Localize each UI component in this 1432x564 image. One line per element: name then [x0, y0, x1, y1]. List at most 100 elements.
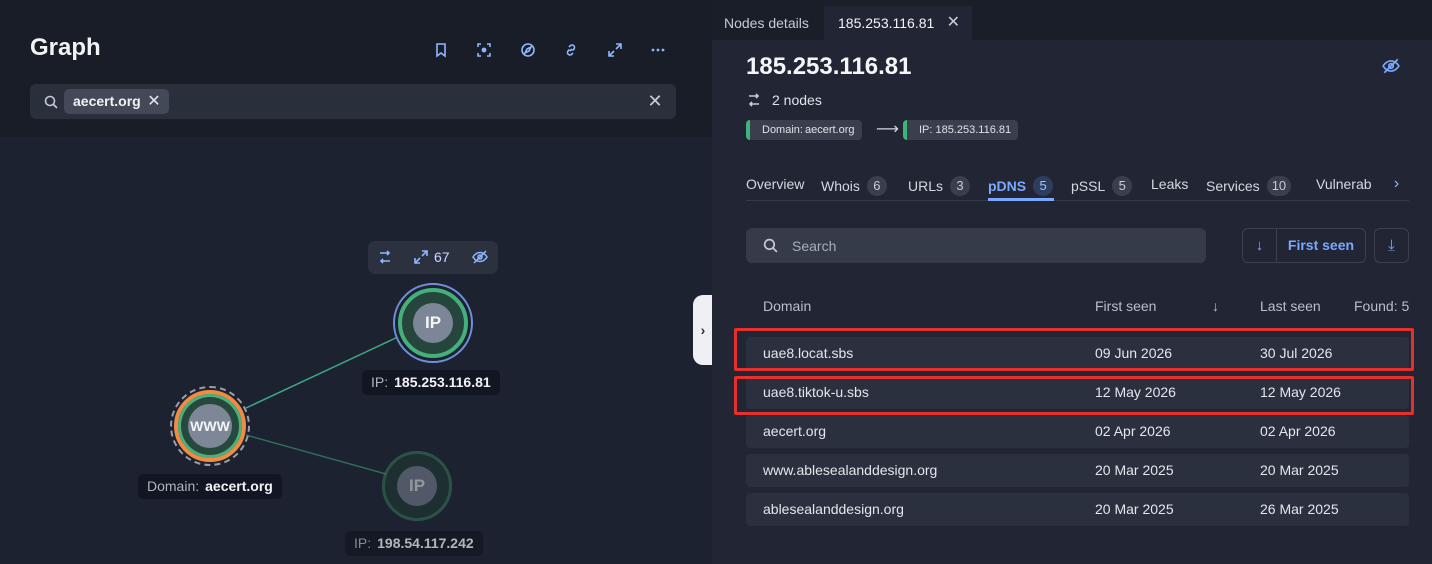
tab-label: Leaks: [1151, 176, 1189, 192]
tab-leaks[interactable]: Leaks: [1151, 176, 1188, 192]
node-label-key: Domain:: [147, 478, 200, 494]
node-label-value: 185.253.116.81: [394, 374, 491, 390]
compass-icon[interactable]: [516, 38, 540, 62]
cell-last-seen: 20 Mar 2025: [1260, 462, 1339, 478]
node-label-key: IP:: [371, 374, 389, 390]
expand-neighbors-button[interactable]: 67: [413, 249, 450, 265]
path-icon[interactable]: [377, 249, 393, 265]
cell-first-seen: 09 Jun 2026: [1095, 345, 1173, 361]
sort-arrow-icon[interactable]: ↓: [1212, 298, 1219, 314]
edge-www-to-ip2: [245, 434, 387, 475]
graph-title: Graph: [30, 34, 101, 61]
sort-field-button[interactable]: First seen: [1277, 229, 1365, 262]
tab-overview[interactable]: Overview: [746, 176, 804, 192]
tab-vulnerabilities[interactable]: Vulnerab: [1316, 176, 1372, 192]
sort-direction-button[interactable]: ↓: [1243, 229, 1277, 262]
cell-domain: ablesealanddesign.org: [763, 501, 904, 517]
tab-label: Vulnerab: [1316, 176, 1372, 192]
search-filter-chip-label: aecert.org: [73, 93, 141, 109]
node-ip-185-253-116-81[interactable]: IP: [393, 283, 473, 363]
count-badge: 10: [1266, 176, 1292, 196]
column-header-last-seen[interactable]: Last seen: [1260, 298, 1321, 314]
cell-first-seen: 02 Apr 2026: [1095, 423, 1171, 439]
node-ip-198-54-117-242[interactable]: IP: [381, 450, 453, 522]
node-domain-aecert[interactable]: WWW: [170, 386, 250, 466]
tab-label: Overview: [746, 176, 805, 192]
node-ring: IP: [398, 288, 468, 358]
cell-first-seen: 20 Mar 2025: [1095, 501, 1174, 517]
pdns-search-input[interactable]: [792, 228, 1192, 263]
path-icon: [748, 93, 760, 107]
expand-icon[interactable]: [603, 38, 627, 62]
path-chip-key: Domain:: [762, 124, 803, 136]
ip-icon: IP: [397, 466, 437, 506]
tab-label: URLs: [908, 178, 944, 194]
hide-eye-icon[interactable]: [1382, 57, 1400, 75]
table-row[interactable]: ablesealanddesign.org 20 Mar 2025 26 Mar…: [746, 493, 1409, 526]
node-label-ip2: IP: 198.54.117.242: [345, 531, 483, 556]
download-button[interactable]: ⤓: [1374, 228, 1409, 263]
bookmark-icon[interactable]: [429, 38, 453, 62]
hide-node-icon[interactable]: [472, 249, 488, 265]
column-header-domain[interactable]: Domain: [763, 298, 811, 314]
detail-sub-tabs: Overview Whois 6 URLs 3 pDNS 5 pSSL 5 Leaks …: [746, 172, 1409, 201]
tab-label: pSSL: [1071, 178, 1106, 194]
search-filter-chip[interactable]: aecert.org ✕: [64, 89, 169, 114]
table-row[interactable]: aecert.org 02 Apr 2026 02 Apr 2026: [746, 415, 1409, 448]
cell-last-seen: 02 Apr 2026: [1260, 423, 1336, 439]
table-row[interactable]: uae8.locat.sbs 09 Jun 2026 30 Jul 2026: [746, 337, 1409, 370]
focus-icon[interactable]: [472, 38, 496, 62]
table-row[interactable]: www.ablesealanddesign.org 20 Mar 2025 20…: [746, 454, 1409, 487]
collapse-panel-handle[interactable]: ›: [693, 295, 713, 365]
path-chip-value: aecert.org: [804, 124, 855, 136]
link-icon[interactable]: [559, 38, 583, 62]
tab-strip: Nodes details 185.253.116.81 ✕: [712, 0, 1432, 40]
node-label-ip1: IP: 185.253.116.81: [362, 370, 500, 395]
sort-control: ↓ First seen: [1242, 228, 1366, 263]
clear-search-icon[interactable]: ✕: [646, 92, 664, 110]
tab-nodes-details[interactable]: Nodes details: [724, 6, 809, 40]
details-title: 185.253.116.81: [746, 53, 912, 80]
node-toolbar: 67: [368, 241, 498, 274]
chip-remove-icon[interactable]: ✕: [147, 89, 160, 114]
cell-domain: uae8.tiktok-u.sbs: [763, 384, 869, 400]
cell-last-seen: 12 May 2026: [1260, 384, 1341, 400]
details-panel: Nodes details 185.253.116.81 ✕ 185.253.1…: [712, 0, 1432, 564]
tab-pdns[interactable]: pDNS 5: [988, 176, 1054, 196]
count-badge: 5: [1033, 176, 1054, 196]
path-chip-ip[interactable]: IP: 185.253.116.81: [903, 120, 1019, 140]
graph-header: Graph aecert.org ✕ ✕: [0, 0, 712, 137]
cell-last-seen: 26 Mar 2025: [1260, 501, 1339, 517]
count-badge: 5: [1112, 176, 1133, 196]
column-header-first-seen[interactable]: First seen: [1095, 298, 1156, 314]
expand-count: 67: [434, 249, 450, 265]
tab-services[interactable]: Services 10: [1206, 176, 1292, 196]
cell-last-seen: 30 Jul 2026: [1260, 345, 1333, 361]
nodes-count: 2 nodes: [746, 92, 822, 108]
pdns-search-bar: [746, 228, 1206, 263]
tab-pssl[interactable]: pSSL 5: [1071, 176, 1133, 196]
tab-ip-detail[interactable]: 185.253.116.81 ✕: [824, 6, 972, 40]
node-label-value: 198.54.117.242: [377, 535, 474, 551]
tab-urls[interactable]: URLs 3: [908, 176, 971, 196]
node-label-domain: Domain: aecert.org: [138, 474, 282, 499]
pdns-table-header: Domain First seen ↓ Last seen Found: 5: [746, 290, 1409, 322]
cell-domain: uae8.locat.sbs: [763, 345, 854, 361]
found-count: Found: 5: [1354, 298, 1410, 314]
path-arrow-icon: ⟶: [876, 121, 899, 138]
chevron-right-icon[interactable]: ›: [1384, 172, 1409, 200]
close-tab-icon[interactable]: ✕: [947, 6, 960, 40]
node-ring: WWW: [174, 390, 246, 462]
cell-first-seen: 20 Mar 2025: [1095, 462, 1174, 478]
active-tab-underline: [988, 198, 1054, 201]
tab-whois[interactable]: Whois 6: [821, 176, 887, 196]
table-row[interactable]: uae8.tiktok-u.sbs 12 May 2026 12 May 202…: [746, 376, 1409, 409]
path-chip-domain[interactable]: Domain: aecert.org: [746, 120, 862, 140]
tab-label: pDNS: [988, 178, 1027, 194]
path-chip-key: IP:: [919, 124, 933, 136]
globe-icon: WWW: [188, 404, 232, 448]
more-icon[interactable]: [646, 38, 670, 62]
node-label-value: aecert.org: [205, 478, 273, 494]
nodes-count-label: 2 nodes: [772, 92, 822, 108]
tab-ip-label: 185.253.116.81: [838, 15, 935, 31]
